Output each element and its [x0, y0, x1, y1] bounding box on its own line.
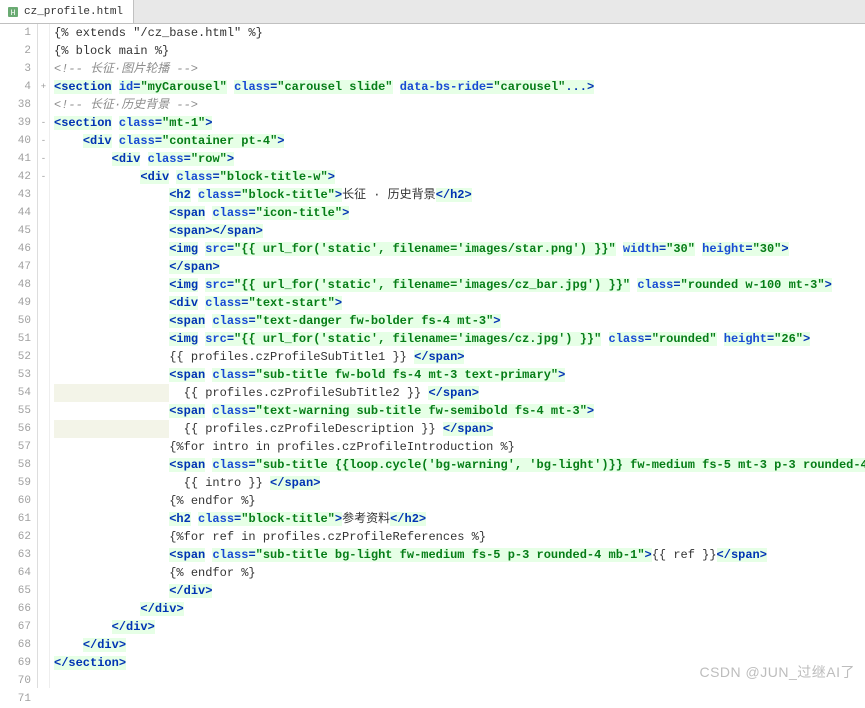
- code-line[interactable]: {%for ref in profiles.czProfileReference…: [54, 528, 865, 546]
- line-number-gutter: 1234383940414243444546474849505152535455…: [0, 24, 38, 688]
- code-line[interactable]: <span class="sub-title {{loop.cycle('bg-…: [54, 456, 865, 474]
- html-file-icon: H: [6, 5, 20, 19]
- code-line[interactable]: {% block main %}: [54, 42, 865, 60]
- code-line[interactable]: <img src="{{ url_for('static', filename=…: [54, 240, 865, 258]
- code-line[interactable]: <section class="mt-1">: [54, 114, 865, 132]
- code-line[interactable]: <h2 class="block-title">参考资料</h2>: [54, 510, 865, 528]
- code-line[interactable]: <span></span>: [54, 222, 865, 240]
- code-line[interactable]: <div class="container pt-4">: [54, 132, 865, 150]
- code-line[interactable]: <span class="sub-title fw-bold fs-4 mt-3…: [54, 366, 865, 384]
- code-line[interactable]: </div>: [54, 618, 865, 636]
- code-line[interactable]: {% extends "/cz_base.html" %}: [54, 24, 865, 42]
- code-area[interactable]: {% extends "/cz_base.html" %}{% block ma…: [50, 24, 865, 688]
- code-line[interactable]: {{ profiles.czProfileSubTitle2 }} </span…: [54, 384, 865, 402]
- code-line[interactable]: <div class="block-title-w">: [54, 168, 865, 186]
- tab-filename: cz_profile.html: [24, 6, 123, 18]
- code-line[interactable]: <span class="icon-title">: [54, 204, 865, 222]
- tab-bar: H cz_profile.html: [0, 0, 865, 24]
- code-editor[interactable]: 1234383940414243444546474849505152535455…: [0, 24, 865, 688]
- code-line[interactable]: <img src="{{ url_for('static', filename=…: [54, 276, 865, 294]
- code-line[interactable]: <!-- 长征·图片轮播 -->: [54, 60, 865, 78]
- code-line[interactable]: </section>: [54, 654, 865, 672]
- code-line[interactable]: <div class="row">: [54, 150, 865, 168]
- code-line[interactable]: <img src="{{ url_for('static', filename=…: [54, 330, 865, 348]
- svg-text:H: H: [11, 9, 16, 18]
- code-line[interactable]: {{ profiles.czProfileDescription }} </sp…: [54, 420, 865, 438]
- code-line[interactable]: <div class="text-start">: [54, 294, 865, 312]
- code-line[interactable]: </div>: [54, 600, 865, 618]
- file-tab[interactable]: H cz_profile.html: [0, 0, 134, 23]
- code-line[interactable]: </div>: [54, 582, 865, 600]
- code-line[interactable]: </div>: [54, 636, 865, 654]
- code-line[interactable]: [54, 672, 865, 688]
- code-line[interactable]: {%for intro in profiles.czProfileIntrodu…: [54, 438, 865, 456]
- code-line[interactable]: {{ intro }} </span>: [54, 474, 865, 492]
- code-line[interactable]: {{ profiles.czProfileSubTitle1 }} </span…: [54, 348, 865, 366]
- fold-column[interactable]: +----: [38, 24, 50, 688]
- code-line[interactable]: <span class="text-danger fw-bolder fs-4 …: [54, 312, 865, 330]
- code-line[interactable]: <!-- 长征·历史背景 -->: [54, 96, 865, 114]
- code-line[interactable]: </span>: [54, 258, 865, 276]
- code-line[interactable]: {% endfor %}: [54, 564, 865, 582]
- code-line[interactable]: <h2 class="block-title">长征 · 历史背景</h2>: [54, 186, 865, 204]
- code-line[interactable]: <span class="text-warning sub-title fw-s…: [54, 402, 865, 420]
- code-line[interactable]: {% endfor %}: [54, 492, 865, 510]
- code-line[interactable]: <span class="sub-title bg-light fw-mediu…: [54, 546, 865, 564]
- code-line[interactable]: <section id="myCarousel" class="carousel…: [54, 78, 865, 96]
